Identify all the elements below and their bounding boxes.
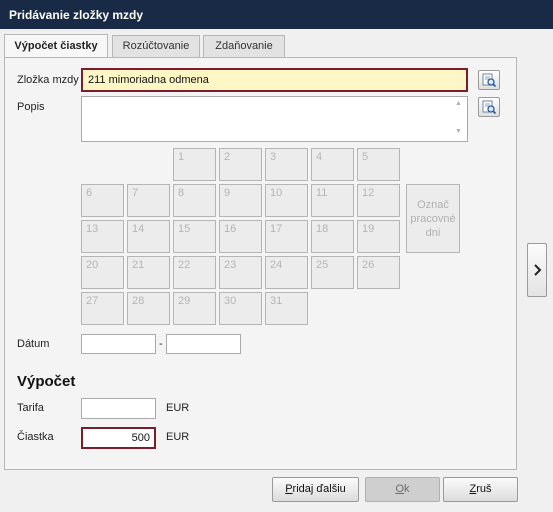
calendar-day[interactable]: 8 [173, 184, 216, 217]
add-next-mnemonic: P [285, 483, 293, 495]
magnifier-list-icon [482, 100, 497, 115]
calendar-day[interactable]: 14 [127, 220, 170, 253]
calendar-day[interactable]: 21 [127, 256, 170, 289]
calendar-day[interactable]: 24 [265, 256, 308, 289]
tab-taxation[interactable]: Zdaňovanie [203, 35, 285, 57]
calendar-day[interactable]: 2 [219, 148, 262, 181]
calendar-day[interactable]: 9 [219, 184, 262, 217]
component-field[interactable]: 211 mimoriadna odmena [81, 68, 468, 92]
calendar-day[interactable]: 12 [357, 184, 400, 217]
description-label: Popis [17, 101, 45, 113]
calendar-day[interactable]: 31 [265, 292, 308, 325]
rate-field[interactable] [81, 398, 156, 419]
cancel-button[interactable]: Zruš [443, 477, 518, 502]
component-label: Zložka mzdy [17, 74, 79, 86]
calendar-day[interactable]: 23 [219, 256, 262, 289]
amount-field[interactable]: 500 [81, 427, 156, 449]
calendar-day[interactable]: 22 [173, 256, 216, 289]
calendar-day[interactable]: 4 [311, 148, 354, 181]
calendar-day[interactable]: 29 [173, 292, 216, 325]
description-lookup-button[interactable] [478, 97, 500, 117]
date-separator: - [159, 338, 163, 350]
amount-currency: EUR [166, 431, 190, 443]
calendar-day[interactable]: 15 [173, 220, 216, 253]
calendar-day[interactable]: 25 [311, 256, 354, 289]
chevron-right-icon [534, 264, 542, 276]
description-textarea[interactable] [81, 96, 468, 142]
calendar-day[interactable]: 19 [357, 220, 400, 253]
rate-label: Tarifa [17, 402, 44, 414]
component-lookup-button[interactable] [478, 70, 500, 90]
tab-allocation[interactable]: Rozúčtovanie [112, 35, 200, 57]
scroll-down-icon[interactable]: ▼ [455, 128, 462, 135]
magnifier-list-icon [482, 73, 497, 88]
date-to-field[interactable] [166, 334, 241, 354]
calendar-day[interactable]: 7 [127, 184, 170, 217]
calendar-day[interactable]: 28 [127, 292, 170, 325]
date-from-field[interactable] [81, 334, 156, 354]
calendar-day[interactable]: 5 [357, 148, 400, 181]
calendar-day[interactable]: 10 [265, 184, 308, 217]
rate-currency: EUR [166, 402, 190, 414]
cancel-label: ruš [476, 483, 492, 495]
calendar-day[interactable]: 27 [81, 292, 124, 325]
calculation-heading: Výpočet [17, 373, 76, 390]
mark-workdays-label: Označ pracovné dni [410, 198, 456, 239]
add-next-label: ridaj ďalšiu [292, 483, 346, 495]
calendar-day[interactable]: 16 [219, 220, 262, 253]
calendar-day[interactable]: 1 [173, 148, 216, 181]
amount-label: Čiastka [17, 431, 54, 443]
calendar-day[interactable]: 30 [219, 292, 262, 325]
mark-workdays-button[interactable]: Označ pracovné dni [406, 184, 460, 253]
date-label: Dátum [17, 338, 50, 350]
window-title: Pridávanie zložky mzdy [0, 0, 553, 29]
side-panel-toggle[interactable] [527, 243, 547, 297]
calendar-day[interactable]: 11 [311, 184, 354, 217]
ok-label: k [404, 483, 410, 495]
ok-button[interactable]: Ok [365, 477, 440, 502]
calendar-day[interactable]: 17 [265, 220, 308, 253]
calendar-day[interactable]: 26 [357, 256, 400, 289]
calendar-day[interactable]: 13 [81, 220, 124, 253]
tab-calculation[interactable]: Výpočet čiastky [4, 34, 108, 58]
ok-mnemonic: O [395, 483, 405, 495]
calendar-day[interactable]: 20 [81, 256, 124, 289]
calendar-day[interactable]: 3 [265, 148, 308, 181]
calendar-day[interactable]: 6 [81, 184, 124, 217]
calendar-day[interactable]: 18 [311, 220, 354, 253]
add-next-button[interactable]: Pridaj ďalšiu [272, 477, 359, 502]
scroll-up-icon[interactable]: ▲ [455, 100, 462, 107]
